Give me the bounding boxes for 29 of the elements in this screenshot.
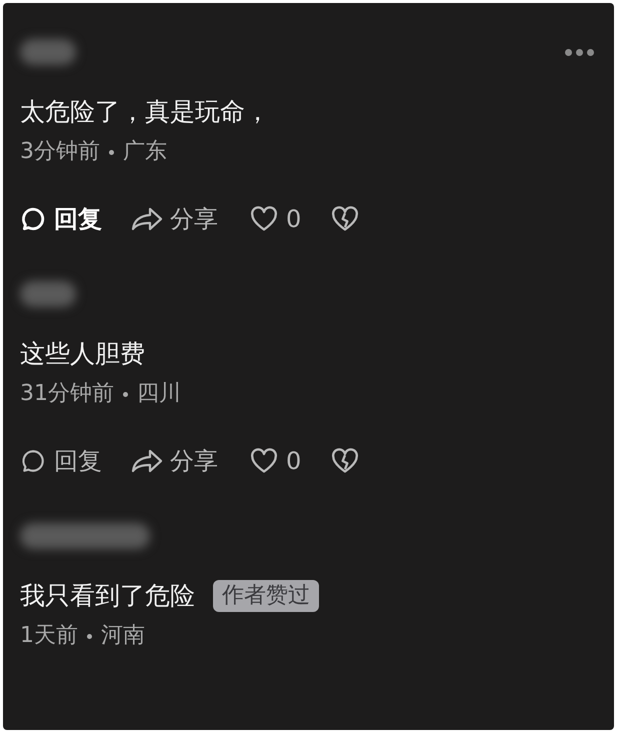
like-button[interactable]: 0	[250, 443, 302, 479]
comment-location: 四川	[137, 380, 181, 408]
like-button[interactable]: 0	[250, 201, 302, 237]
heart-icon	[250, 448, 278, 474]
broken-heart-icon	[331, 206, 360, 232]
comment-text: 这些人胆费	[20, 338, 145, 370]
broken-heart-icon	[331, 448, 360, 474]
comment-location: 河南	[101, 622, 145, 650]
more-options-icon[interactable]	[565, 49, 594, 56]
author-liked-badge: 作者赞过	[213, 580, 319, 612]
comment-location: 广东	[123, 138, 167, 166]
comment-time: 3分钟前	[20, 138, 100, 166]
reply-button[interactable]: 回复	[20, 201, 102, 237]
comment-text: 我只看到了危险	[20, 580, 195, 612]
dislike-button[interactable]	[331, 448, 360, 474]
comment-time: 1天前	[20, 622, 78, 650]
share-arrow-icon	[130, 448, 164, 474]
share-button[interactable]: 分享	[130, 443, 218, 479]
blurred-username	[20, 281, 76, 307]
share-arrow-icon	[130, 206, 164, 232]
reply-button[interactable]: 回复	[20, 443, 102, 479]
speech-bubble-icon	[20, 448, 46, 474]
heart-icon	[250, 206, 278, 232]
speech-bubble-icon	[20, 206, 46, 232]
comment-time: 31分钟前	[20, 380, 114, 408]
share-button[interactable]: 分享	[130, 201, 218, 237]
blurred-username	[20, 39, 76, 65]
comment-text: 太危险了，真是玩命，	[20, 96, 270, 128]
dislike-button[interactable]	[331, 206, 360, 232]
